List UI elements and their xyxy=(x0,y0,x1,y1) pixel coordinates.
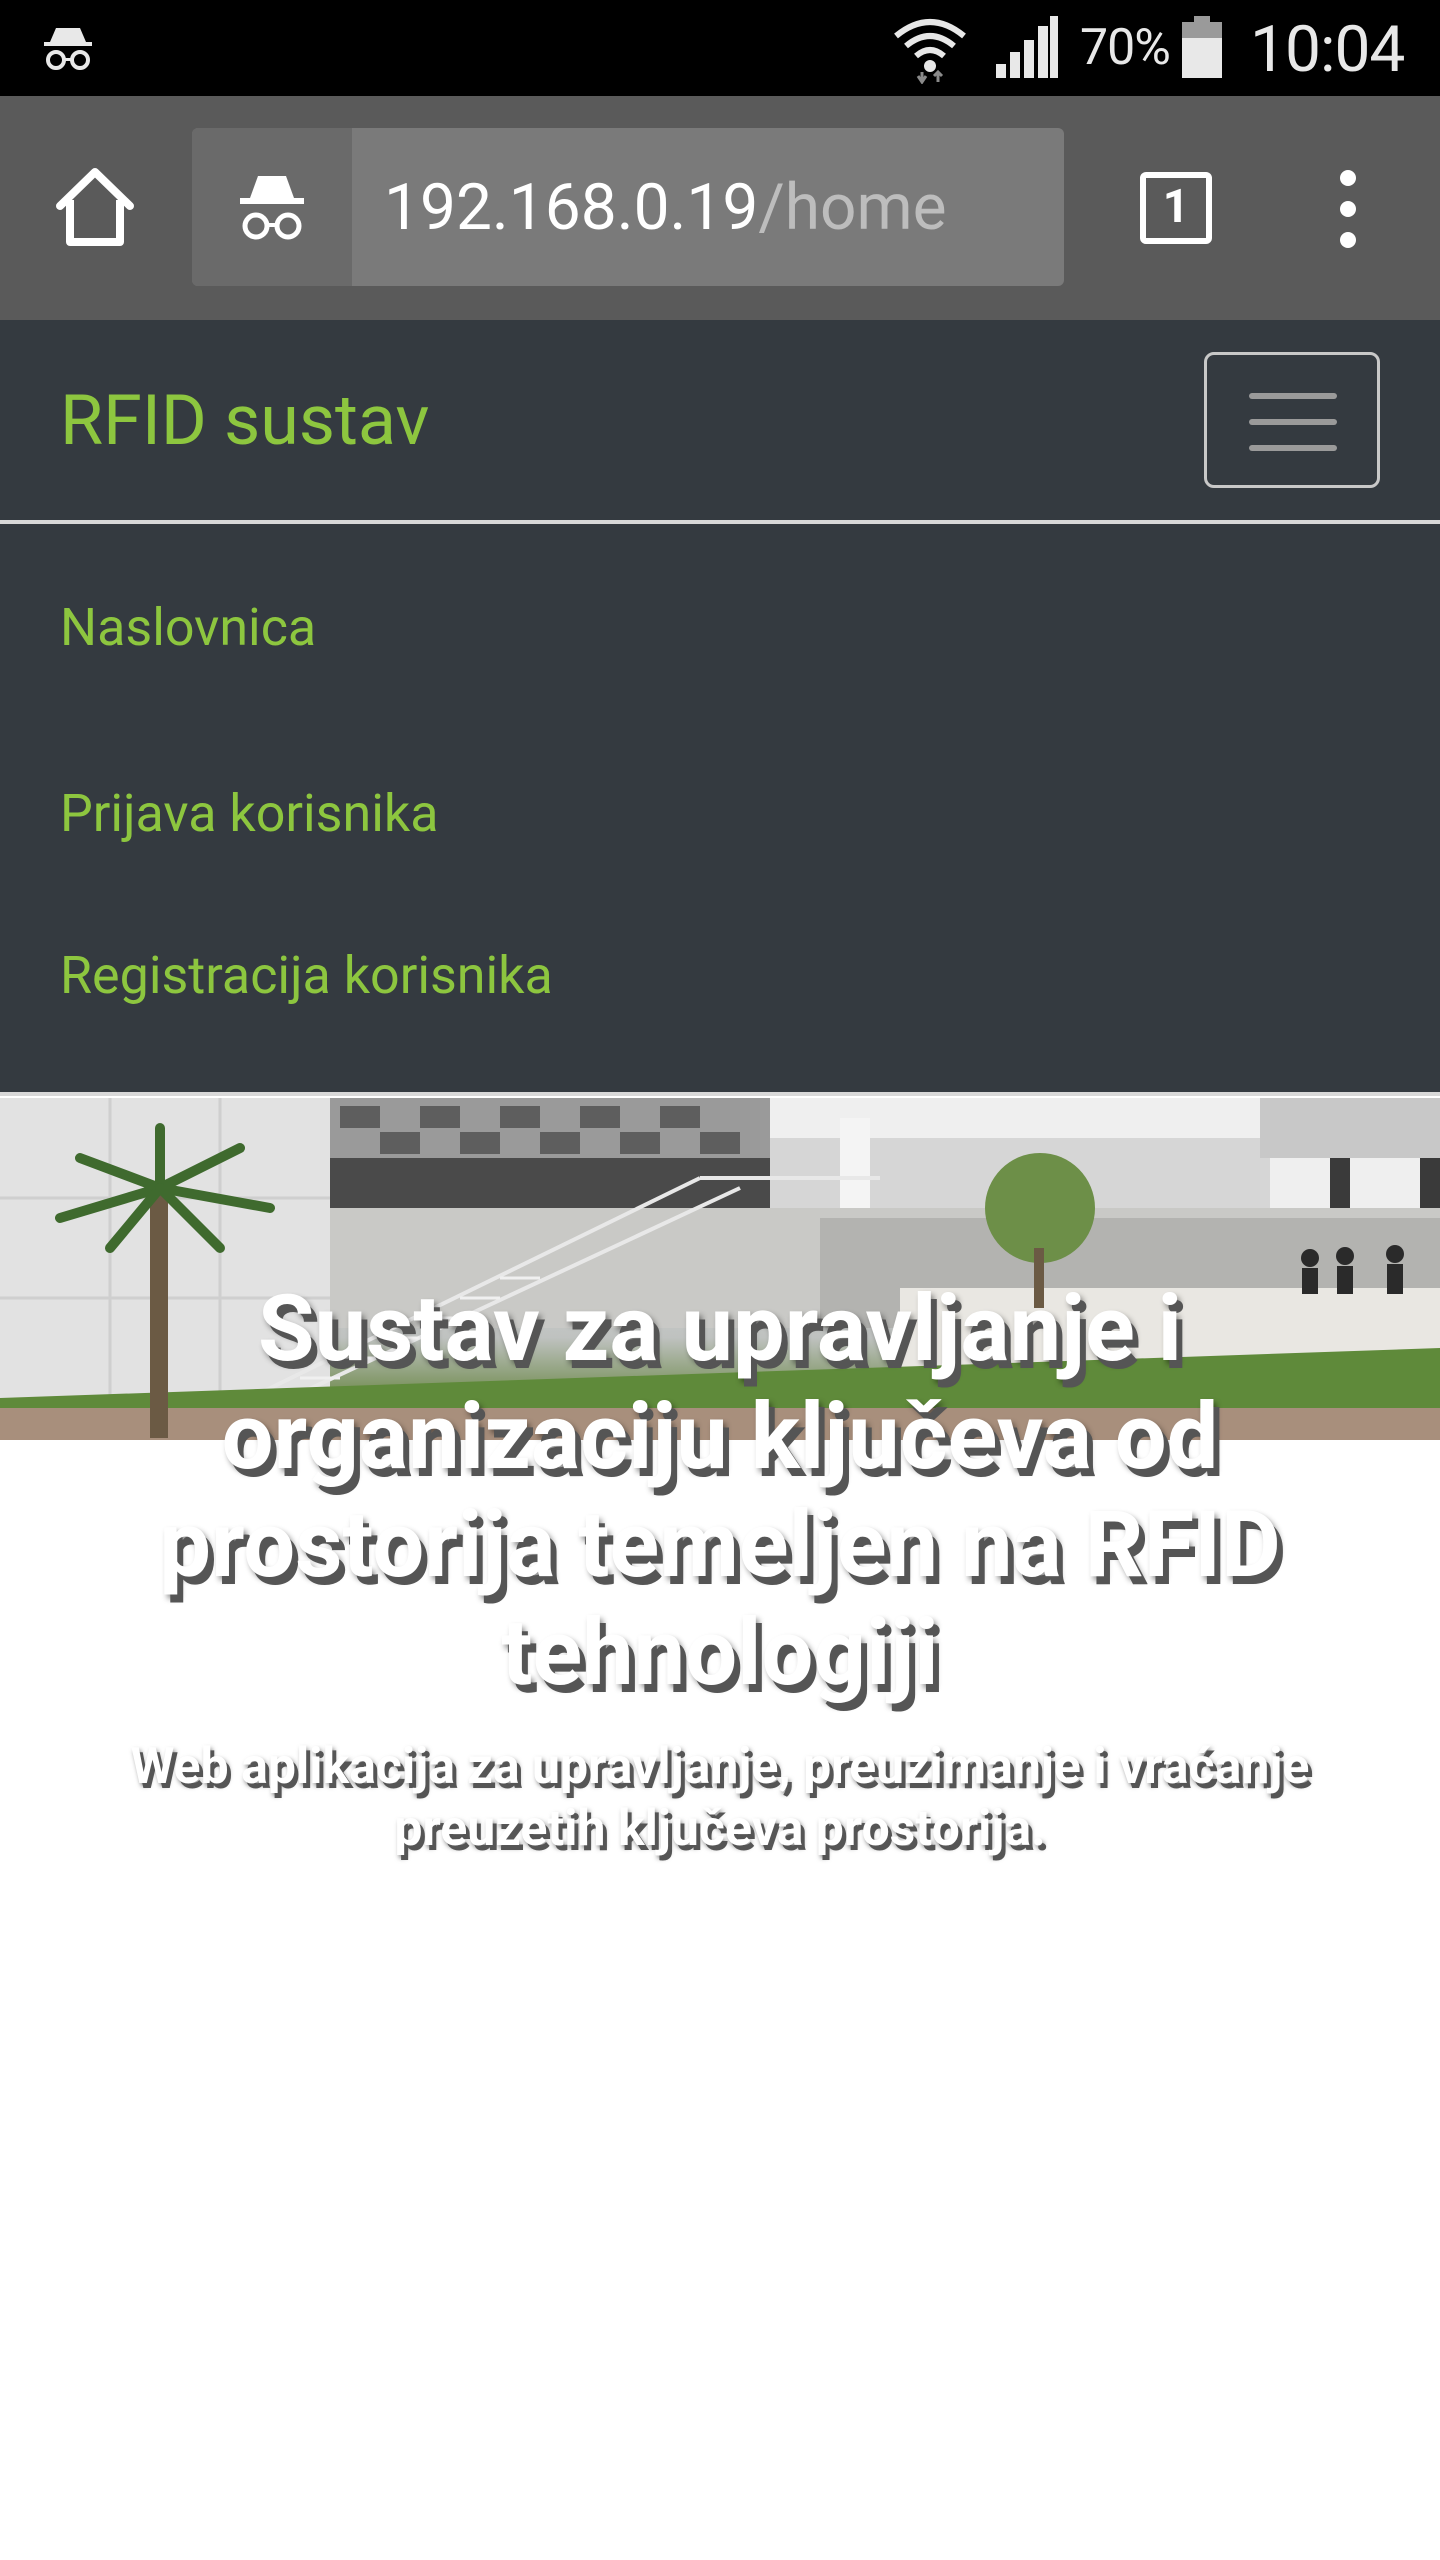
navbar-toggler-button[interactable] xyxy=(1204,352,1380,488)
hero-subtitle: Web aplikacija za upravljanje, preuziman… xyxy=(130,1738,1310,1858)
site-navbar: RFID sustav Naslovnica Prijava korisnika… xyxy=(0,320,1440,1096)
nav-link-registracija[interactable]: Registracija korisnika xyxy=(60,944,553,1008)
signal-icon xyxy=(996,16,1058,78)
wifi-icon xyxy=(894,19,966,84)
incognito-indicator xyxy=(192,128,352,286)
navbar-bottom-border xyxy=(0,1092,1440,1096)
hamburger-icon xyxy=(1249,419,1337,425)
url-text[interactable]: 192.168.0.19/home xyxy=(384,172,947,244)
incognito-icon xyxy=(44,28,92,70)
tab-switcher-button[interactable]: 1 xyxy=(1140,172,1212,244)
url-host: 192.168.0.19 xyxy=(384,170,759,245)
navbar-divider xyxy=(0,520,1440,524)
nav-link-prijava[interactable]: Prijava korisnika xyxy=(60,782,439,846)
clock: 10:04 xyxy=(1250,12,1405,87)
status-bar: 70% 10:04 xyxy=(0,0,1440,96)
hero-title: Sustav za upravljanje i organizaciju klj… xyxy=(159,1276,1281,1707)
incognito-icon xyxy=(240,176,304,240)
more-vert-icon[interactable] xyxy=(1322,166,1374,252)
navbar-brand[interactable]: RFID sustav xyxy=(60,376,429,466)
address-bar[interactable]: 192.168.0.19/home xyxy=(192,128,1064,286)
browser-toolbar: 192.168.0.19/home 1 xyxy=(0,96,1440,320)
nav-link-naslovnica[interactable]: Naslovnica xyxy=(60,596,316,660)
battery-percent: 70% xyxy=(1080,19,1171,77)
home-icon[interactable] xyxy=(52,166,138,248)
hamburger-icon xyxy=(1249,393,1337,399)
hamburger-icon xyxy=(1249,445,1337,451)
battery-icon xyxy=(1182,16,1222,78)
url-path: /home xyxy=(758,170,947,245)
